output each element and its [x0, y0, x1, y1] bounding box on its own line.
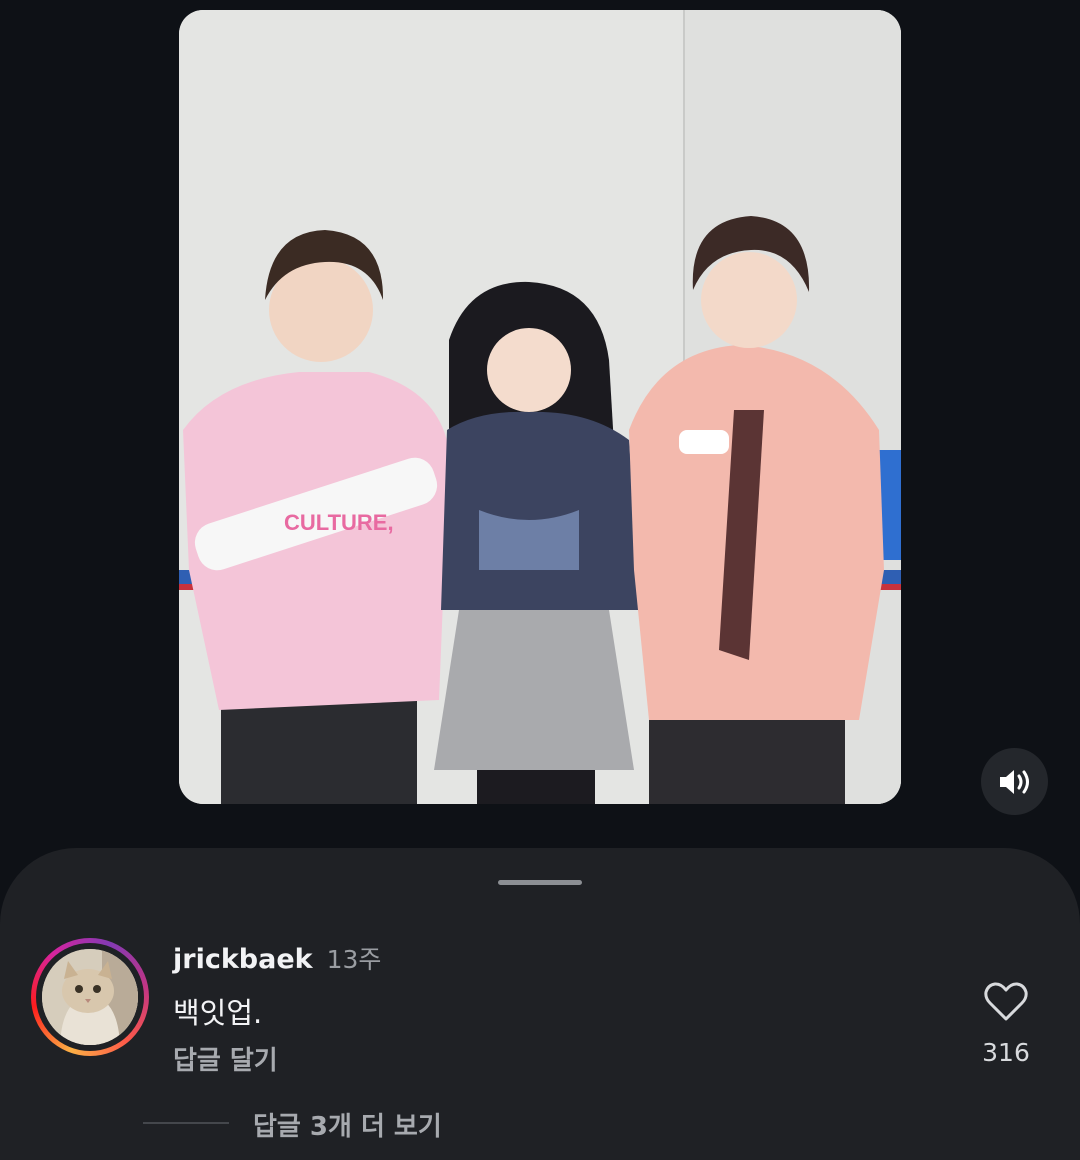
thread-divider: [143, 1122, 229, 1124]
heart-icon: [984, 982, 1028, 1021]
view-more-replies-button[interactable]: 답글 3개 더 보기: [253, 1106, 442, 1143]
speaker-on-icon: [999, 769, 1029, 794]
comment-body: 백잇업.: [173, 996, 263, 1030]
comment-header: jrickbaek 13주: [173, 940, 381, 976]
svg-text:CULTURE,: CULTURE,: [284, 510, 394, 535]
like-button[interactable]: [984, 982, 1028, 1022]
comment-timestamp: 13주: [326, 945, 382, 974]
cat-avatar-icon: [42, 949, 138, 1045]
screen: CULTURE, jrickbaek 13주 백잇업. 답글 달기 316 답글…: [0, 0, 1080, 1160]
reply-button[interactable]: 답글 달기: [173, 1040, 278, 1077]
like-count: 316: [982, 1038, 1030, 1067]
video-frame-image: CULTURE,: [179, 10, 901, 804]
comment-username[interactable]: jrickbaek: [173, 944, 313, 975]
comments-sheet: jrickbaek 13주 백잇업. 답글 달기 316 답글 3개 더 보기: [0, 848, 1080, 1160]
avatar-story-ring[interactable]: [31, 938, 149, 1056]
sound-toggle-button[interactable]: [981, 748, 1048, 815]
video-player[interactable]: CULTURE,: [179, 10, 901, 804]
sheet-drag-handle[interactable]: [498, 880, 582, 885]
